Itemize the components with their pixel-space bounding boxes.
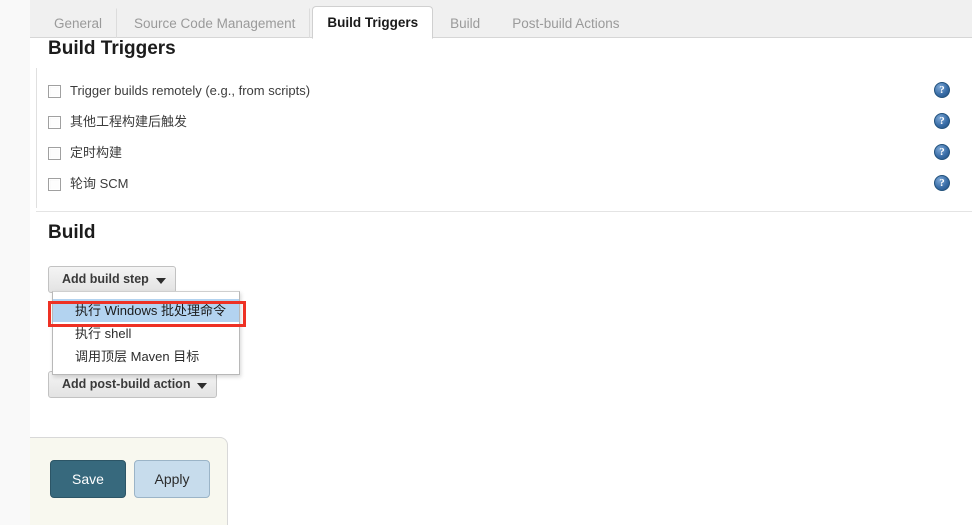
checkbox-trigger-builds-remotely-label: Trigger builds remotely (e.g., from scri… bbox=[70, 83, 311, 98]
tab-build-label: Build bbox=[450, 16, 481, 31]
tab-general[interactable]: General bbox=[39, 8, 118, 38]
add-post-build-action-label: Add post-build action bbox=[62, 377, 191, 391]
build-step-dropdown-menu: 执行 Windows 批处理命令 执行 shell 调用顶层 Maven 目标 bbox=[52, 291, 240, 375]
menu-item-execute-windows-batch-command[interactable]: 执行 Windows 批处理命令 bbox=[53, 299, 239, 322]
config-tab-bar: General Source Code Management Build Tri… bbox=[30, 0, 972, 39]
help-icon-build-after-other-projects[interactable]: ? bbox=[934, 113, 950, 129]
trigger-row-poll-scm[interactable]: 轮询 SCM bbox=[48, 173, 129, 195]
form-footer-bar: Save Apply bbox=[30, 437, 228, 525]
section-heading-build-triggers: Build Triggers bbox=[48, 38, 176, 59]
checkbox-poll-scm-label: 轮询 SCM bbox=[70, 176, 129, 191]
menu-item-execute-windows-batch-command-label: 执行 Windows 批处理命令 bbox=[75, 303, 226, 318]
checkbox-build-after-other-projects-label: 其他工程构建后触发 bbox=[70, 114, 188, 129]
tab-source-code-management-label: Source Code Management bbox=[134, 16, 296, 31]
tab-source-code-management[interactable]: Source Code Management bbox=[119, 8, 311, 38]
checkbox-build-after-other-projects[interactable] bbox=[48, 115, 61, 129]
help-icon-poll-scm[interactable]: ? bbox=[934, 175, 950, 191]
help-icon-trigger-builds-remotely[interactable]: ? bbox=[934, 82, 950, 98]
add-build-step-button[interactable]: Add build step bbox=[48, 266, 176, 293]
tab-build-triggers-label: Build Triggers bbox=[327, 15, 419, 30]
tab-post-build-actions-label: Post-build Actions bbox=[512, 16, 620, 31]
menu-item-invoke-top-level-maven-targets-label: 调用顶层 Maven 目标 bbox=[75, 349, 200, 364]
menu-item-invoke-top-level-maven-targets[interactable]: 调用顶层 Maven 目标 bbox=[53, 345, 239, 368]
help-icon-build-periodically[interactable]: ? bbox=[934, 144, 950, 160]
checkbox-trigger-builds-remotely[interactable] bbox=[48, 84, 61, 98]
add-post-build-action-button[interactable]: Add post-build action bbox=[48, 371, 218, 398]
apply-button-label: Apply bbox=[154, 471, 190, 487]
chevron-down-icon bbox=[155, 278, 166, 284]
menu-item-execute-shell[interactable]: 执行 shell bbox=[53, 322, 239, 345]
trigger-row-remote[interactable]: Trigger builds remotely (e.g., from scri… bbox=[48, 80, 310, 102]
form-left-guide-line bbox=[36, 68, 37, 208]
trigger-row-build-periodically[interactable]: 定时构建 bbox=[48, 142, 122, 164]
tab-build-triggers[interactable]: Build Triggers bbox=[312, 6, 434, 39]
section-heading-build: Build bbox=[48, 222, 96, 243]
save-button[interactable]: Save bbox=[50, 460, 126, 498]
checkbox-build-periodically[interactable] bbox=[48, 146, 61, 160]
trigger-row-after-other-projects[interactable]: 其他工程构建后触发 bbox=[48, 111, 187, 133]
add-build-step-label: Add build step bbox=[62, 272, 149, 286]
apply-button[interactable]: Apply bbox=[134, 460, 210, 498]
menu-item-execute-shell-label: 执行 shell bbox=[75, 326, 132, 341]
save-button-label: Save bbox=[72, 471, 104, 487]
checkbox-build-periodically-label: 定时构建 bbox=[70, 145, 123, 160]
config-form-content: Build Triggers Trigger builds remotely (… bbox=[30, 38, 972, 525]
section-divider bbox=[36, 211, 972, 212]
tab-post-build-actions[interactable]: Post-build Actions bbox=[497, 8, 634, 38]
checkbox-poll-scm[interactable] bbox=[48, 177, 61, 191]
tab-build[interactable]: Build bbox=[435, 8, 495, 38]
chevron-down-icon bbox=[197, 383, 208, 389]
tab-general-label: General bbox=[54, 16, 103, 31]
jenkins-job-config-page: General Source Code Management Build Tri… bbox=[0, 0, 972, 525]
